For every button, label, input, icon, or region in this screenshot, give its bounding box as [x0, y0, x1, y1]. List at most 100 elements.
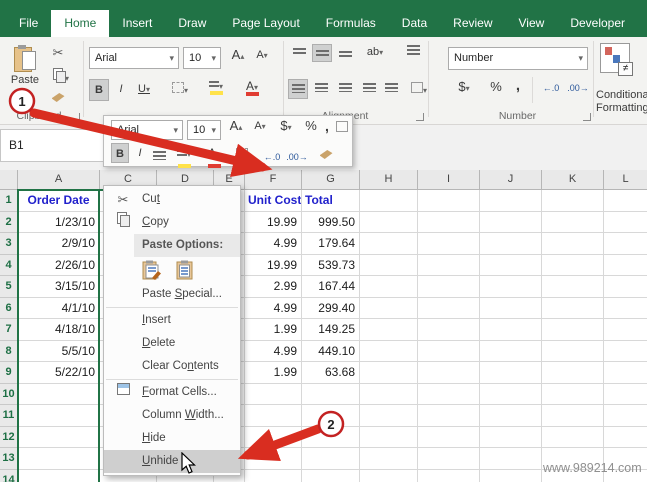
cell-a3[interactable]: 2/9/10: [18, 233, 100, 255]
accounting-format-button[interactable]: $▾: [450, 79, 478, 94]
cell[interactable]: [542, 211, 604, 233]
alignment-dialog-launcher[interactable]: [416, 113, 424, 121]
mini-grow-font-button[interactable]: A▴: [226, 116, 246, 136]
cell-g4[interactable]: 539.73: [302, 254, 360, 276]
cell[interactable]: [604, 276, 647, 298]
menu-item-format-cells[interactable]: Format Cells...: [104, 381, 240, 404]
cell[interactable]: [418, 362, 480, 384]
menu-item-unhide[interactable]: Unhide: [104, 450, 240, 473]
cell[interactable]: [480, 211, 542, 233]
cell[interactable]: [604, 319, 647, 341]
cell[interactable]: [604, 362, 647, 384]
cell[interactable]: [418, 340, 480, 362]
conditional-formatting-button[interactable]: Conditional Formatting: [596, 89, 647, 115]
cell[interactable]: [604, 255, 647, 276]
cell[interactable]: [418, 276, 480, 298]
cell[interactable]: [542, 426, 604, 448]
column-header-h[interactable]: H: [360, 170, 418, 190]
row-header-11[interactable]: 11: [0, 405, 18, 427]
orientation-button[interactable]: ab▾: [360, 46, 390, 58]
cell[interactable]: [418, 190, 480, 212]
cell[interactable]: [18, 383, 100, 405]
select-all-corner[interactable]: [0, 170, 18, 190]
cell-g7[interactable]: 149.25: [302, 319, 360, 341]
paste-button[interactable]: Paste: [5, 41, 45, 115]
font-name-combo[interactable]: Arial ▾: [89, 47, 179, 69]
cell[interactable]: [604, 233, 647, 255]
tab-view[interactable]: View: [506, 10, 558, 37]
row-header-1[interactable]: 1: [0, 190, 18, 212]
cell-a9[interactable]: 5/22/10: [18, 362, 100, 384]
grow-font-button[interactable]: A▴: [228, 47, 248, 62]
cell[interactable]: [360, 319, 418, 341]
cell[interactable]: [360, 405, 418, 427]
align-middle-button[interactable]: [312, 44, 332, 62]
copy-button[interactable]: ▾: [49, 68, 73, 84]
cell[interactable]: [418, 426, 480, 448]
cell[interactable]: [18, 469, 100, 482]
align-top-button[interactable]: [290, 46, 308, 58]
cell[interactable]: [480, 362, 542, 384]
cell[interactable]: [245, 469, 302, 482]
decrease-decimal-button[interactable]: .00→: [566, 83, 590, 93]
cell[interactable]: [480, 383, 542, 405]
percent-style-button[interactable]: %: [486, 79, 506, 94]
cell-f2[interactable]: 19.99: [245, 211, 302, 233]
cell-f9[interactable]: 1.99: [245, 362, 302, 384]
cell[interactable]: [604, 212, 647, 233]
cell[interactable]: [480, 276, 542, 298]
cell[interactable]: [542, 383, 604, 405]
paste-values-button[interactable]: [173, 259, 197, 281]
number-dialog-launcher[interactable]: [583, 113, 591, 121]
wrap-text-button[interactable]: [404, 45, 422, 59]
menu-item-column-width[interactable]: Column Width...: [104, 404, 240, 427]
cell-a8[interactable]: 5/5/10: [18, 340, 100, 362]
cell[interactable]: [604, 405, 647, 427]
cell-a4[interactable]: 2/26/10: [18, 254, 100, 276]
cell[interactable]: [302, 469, 360, 482]
row-header-3[interactable]: 3: [0, 233, 18, 255]
cell[interactable]: [18, 448, 100, 470]
cell[interactable]: [418, 254, 480, 276]
cell-f6[interactable]: 4.99: [245, 297, 302, 319]
cell[interactable]: [480, 254, 542, 276]
cell[interactable]: [604, 427, 647, 448]
row-header-6[interactable]: 6: [0, 297, 18, 319]
cell[interactable]: [418, 319, 480, 341]
menu-item-cut[interactable]: ✂ Cut: [104, 188, 240, 211]
merge-center-button[interactable]: ▾: [404, 82, 434, 96]
cell[interactable]: [360, 190, 418, 212]
menu-item-delete[interactable]: Delete: [104, 332, 240, 355]
cell[interactable]: [542, 297, 604, 319]
borders-button[interactable]: ▾: [166, 82, 194, 96]
menu-item-paste-special[interactable]: Paste Special...: [104, 283, 240, 306]
row-header-14[interactable]: 14: [0, 469, 18, 482]
tab-file[interactable]: File: [6, 10, 51, 37]
tab-insert[interactable]: Insert: [109, 10, 165, 37]
cell[interactable]: [360, 233, 418, 255]
cell[interactable]: [542, 340, 604, 362]
cell[interactable]: [480, 297, 542, 319]
increase-decimal-button[interactable]: ←.0: [540, 83, 562, 93]
cell[interactable]: [302, 448, 360, 470]
row-header-10[interactable]: 10: [0, 383, 18, 405]
cell[interactable]: [480, 405, 542, 427]
cell-g6[interactable]: 299.40: [302, 297, 360, 319]
tab-formulas[interactable]: Formulas: [313, 10, 389, 37]
align-bottom-button[interactable]: [336, 49, 354, 61]
bold-button[interactable]: B: [89, 79, 109, 101]
cell[interactable]: [542, 233, 604, 255]
menu-item-copy[interactable]: Copy: [104, 211, 240, 234]
column-header-f[interactable]: F: [245, 170, 302, 190]
cell[interactable]: [418, 448, 480, 470]
cell[interactable]: [302, 426, 360, 448]
cell-a6[interactable]: 4/1/10: [18, 297, 100, 319]
tab-developer[interactable]: Developer: [557, 10, 638, 37]
row-header-9[interactable]: 9: [0, 362, 18, 384]
align-center-button[interactable]: [312, 83, 330, 95]
cell[interactable]: [480, 426, 542, 448]
cell-g1[interactable]: Total: [302, 190, 360, 212]
cell-a2[interactable]: 1/23/10: [18, 211, 100, 233]
number-format-combo[interactable]: Number ▾: [448, 47, 588, 70]
cell-a7[interactable]: 4/18/10: [18, 319, 100, 341]
